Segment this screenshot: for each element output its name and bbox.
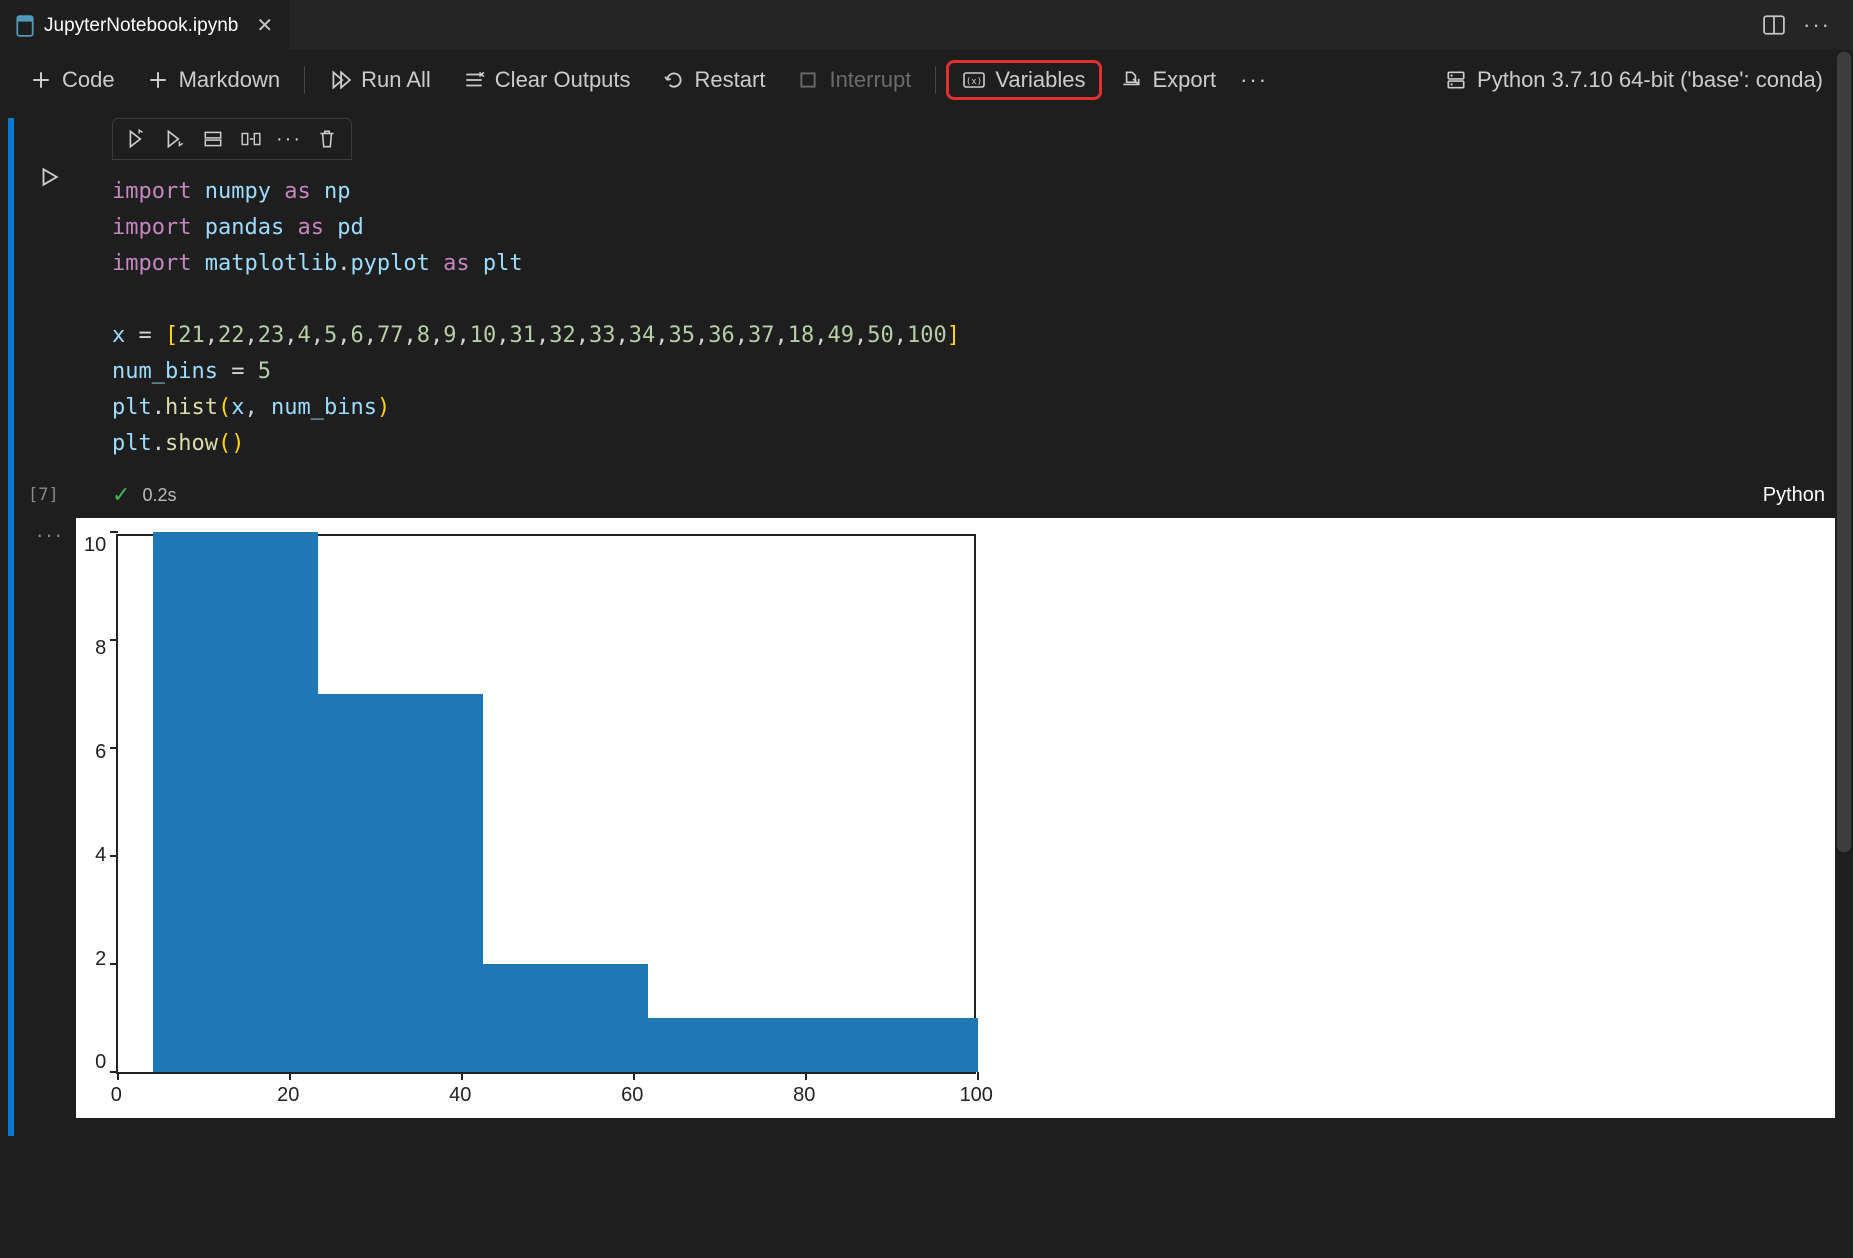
delete-cell-icon[interactable]: [309, 123, 345, 155]
output-more-icon[interactable]: ···: [36, 522, 64, 548]
run-all-label: Run All: [361, 67, 431, 93]
notebook-toolbar: Code Markdown Run All Clear Outputs Rest…: [0, 50, 1853, 110]
split-cell-icon[interactable]: [195, 123, 231, 155]
svg-text:(x): (x): [966, 77, 982, 87]
plus-icon: [147, 69, 169, 91]
histogram-bar: [648, 1018, 813, 1072]
success-check-icon: ✓: [112, 482, 130, 508]
more-actions-icon[interactable]: ···: [1803, 12, 1831, 38]
histogram-bar: [483, 964, 648, 1072]
export-label: Export: [1152, 67, 1216, 93]
code-cell: ··· import numpy as np import pandas as …: [4, 118, 1853, 518]
export-icon: [1120, 69, 1142, 91]
stop-icon: [797, 69, 819, 91]
editor-actions: ···: [1763, 12, 1853, 38]
clear-outputs-label: Clear Outputs: [495, 67, 631, 93]
cell-status: [7] ✓ 0.2s Python: [76, 476, 1835, 518]
split-editor-icon[interactable]: [1763, 14, 1785, 36]
close-icon[interactable]: ✕: [248, 13, 273, 38]
variables-icon: (x): [963, 69, 985, 91]
variables-button[interactable]: (x) Variables: [946, 60, 1102, 100]
plus-icon: [30, 69, 52, 91]
divider: [935, 66, 936, 94]
execution-duration: 0.2s: [142, 485, 176, 506]
clear-outputs-button[interactable]: Clear Outputs: [449, 61, 645, 99]
tab-title: JupyterNotebook.ipynb: [44, 15, 238, 37]
scrollbar[interactable]: [1837, 52, 1851, 852]
cell-more-icon[interactable]: ···: [271, 123, 307, 155]
change-cell-icon[interactable]: [233, 123, 269, 155]
variables-label: Variables: [995, 67, 1085, 93]
plot-box: [116, 534, 976, 1074]
cell-toolbar: ···: [112, 118, 352, 160]
histogram-bar: [318, 694, 483, 1072]
tab-bar: JupyterNotebook.ipynb ✕ ···: [0, 0, 1853, 50]
editor-tab[interactable]: JupyterNotebook.ipynb ✕: [0, 0, 289, 50]
export-button[interactable]: Export: [1106, 61, 1230, 99]
cell-language-label[interactable]: Python: [1763, 484, 1835, 507]
restart-label: Restart: [695, 67, 766, 93]
y-axis: 1086420: [84, 534, 116, 1074]
execution-count: [7]: [28, 485, 59, 505]
restart-icon: [663, 69, 685, 91]
add-markdown-button[interactable]: Markdown: [133, 61, 294, 99]
add-code-label: Code: [62, 67, 115, 93]
run-all-button[interactable]: Run All: [315, 61, 445, 99]
toolbar-more-icon[interactable]: ···: [1234, 67, 1274, 93]
code-editor[interactable]: import numpy as np import pandas as pd i…: [76, 160, 1835, 476]
cell-gutter: [4, 118, 76, 518]
run-cell-icon[interactable]: [38, 166, 60, 188]
histogram-bar: [813, 1018, 978, 1072]
cell-focus-indicator: [8, 518, 14, 1136]
histogram-bar: [153, 532, 318, 1072]
interrupt-button[interactable]: Interrupt: [783, 61, 925, 99]
notebook-file-icon: [16, 15, 34, 37]
x-axis: 020406080100: [116, 1074, 976, 1102]
restart-button[interactable]: Restart: [649, 61, 780, 99]
output-cell: ··· 1086420 020406080100: [4, 518, 1853, 1136]
kernel-label: Python 3.7.10 64-bit ('base': conda): [1477, 67, 1823, 93]
run-by-line-icon[interactable]: [119, 123, 155, 155]
notebook-area: ··· import numpy as np import pandas as …: [0, 110, 1853, 1136]
add-code-button[interactable]: Code: [16, 61, 129, 99]
output-area: 1086420 020406080100: [76, 518, 1835, 1118]
add-markdown-label: Markdown: [179, 67, 280, 93]
cell-focus-indicator: [8, 118, 14, 518]
kernel-picker[interactable]: Python 3.7.10 64-bit ('base': conda): [1431, 61, 1837, 99]
output-gutter: ···: [4, 518, 76, 1136]
clear-icon: [463, 69, 485, 91]
histogram-chart: 1086420 020406080100: [84, 534, 1819, 1102]
execute-below-icon[interactable]: [157, 123, 193, 155]
divider: [304, 66, 305, 94]
interrupt-label: Interrupt: [829, 67, 911, 93]
run-all-icon: [329, 69, 351, 91]
server-icon: [1445, 69, 1467, 91]
